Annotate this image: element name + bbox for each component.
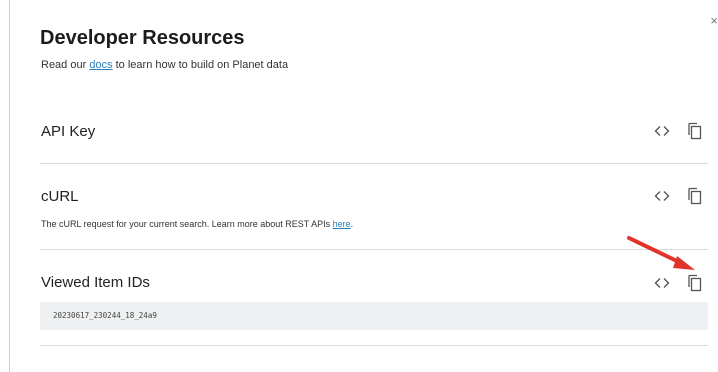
curl-desc-suffix: . [350, 219, 354, 229]
divider [40, 345, 708, 346]
docs-link[interactable]: docs [89, 59, 112, 71]
api-key-actions [652, 122, 708, 140]
curl-desc-prefix: The cURL request for your current search… [41, 219, 333, 229]
developer-resources-panel: × Developer Resources Read our docs to l… [9, 0, 718, 372]
divider [40, 163, 708, 164]
api-key-section: API Key [40, 118, 708, 164]
close-icon[interactable]: × [710, 14, 718, 27]
rest-api-here-link[interactable]: here [333, 219, 351, 229]
subtitle-suffix: to learn how to build on Planet data [112, 59, 289, 71]
code-brackets-icon[interactable] [654, 125, 670, 137]
subtitle-prefix: Read our [41, 59, 90, 71]
copy-icon[interactable] [686, 122, 702, 140]
curl-actions [652, 187, 708, 205]
curl-section: cURL The cURL request for your current s… [40, 183, 708, 250]
copy-icon[interactable] [686, 187, 702, 205]
divider [40, 249, 708, 250]
viewed-item-ids-label: Viewed Item IDs [41, 274, 150, 291]
viewed-item-ids-actions [652, 274, 708, 292]
curl-label: cURL [41, 188, 79, 205]
panel-title: Developer Resources [40, 27, 245, 49]
viewed-item-ids-section: Viewed Item IDs 20230617_230244_18_24a9 [40, 270, 708, 346]
copy-icon[interactable] [686, 274, 702, 292]
panel-subtitle: Read our docs to learn how to build on P… [41, 59, 288, 71]
code-brackets-icon[interactable] [654, 277, 670, 289]
curl-description: The cURL request for your current search… [41, 219, 353, 229]
viewed-item-id-value[interactable]: 20230617_230244_18_24a9 [40, 302, 708, 330]
code-brackets-icon[interactable] [654, 190, 670, 202]
api-key-label: API Key [41, 123, 96, 140]
